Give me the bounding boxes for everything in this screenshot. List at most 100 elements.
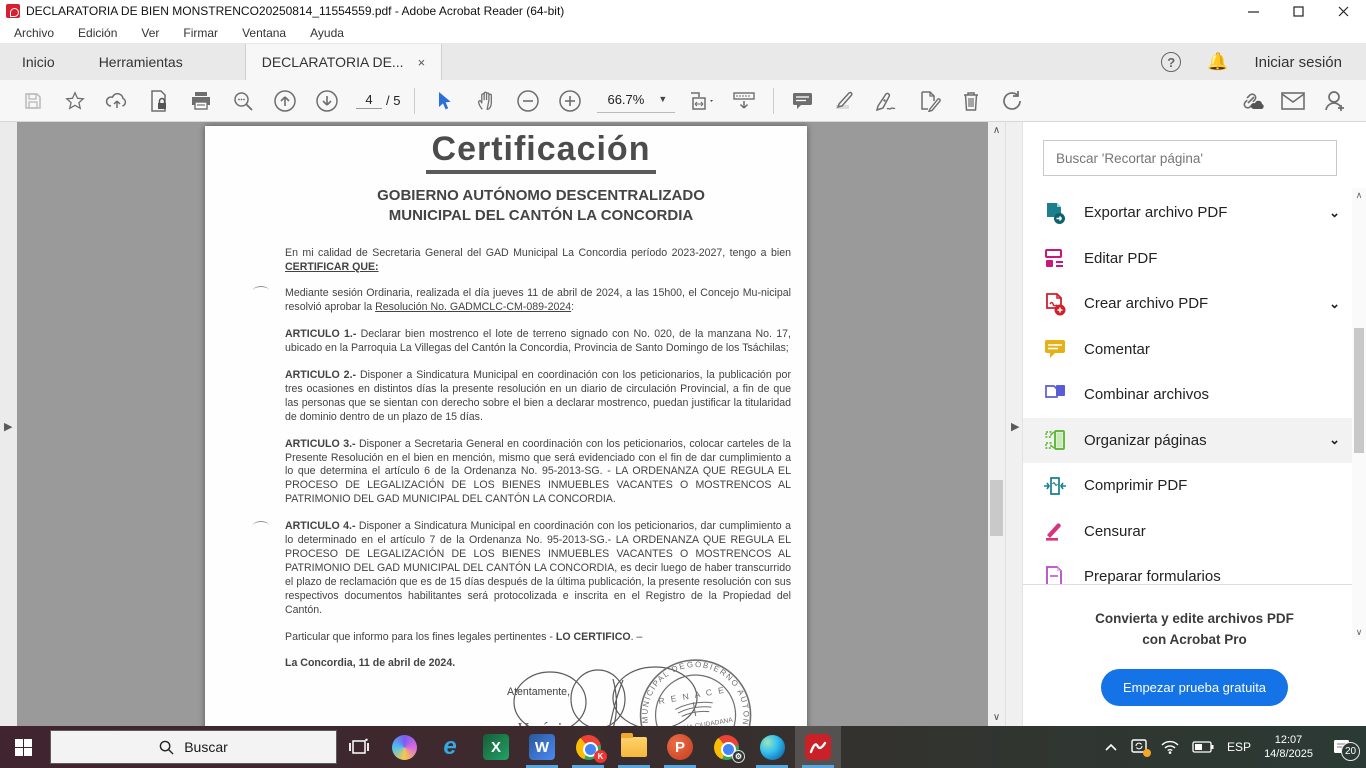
next-page-button[interactable]: [310, 85, 344, 117]
minimize-button[interactable]: [1231, 0, 1276, 22]
taskbar-search[interactable]: Buscar: [50, 730, 337, 764]
action-center-button[interactable]: 20: [1326, 732, 1356, 762]
tools-search-input[interactable]: [1043, 140, 1337, 176]
document-scrollbar[interactable]: ∧ ∨: [988, 122, 1005, 726]
tab-herramientas[interactable]: Herramientas: [77, 44, 205, 80]
document-title: Certificación: [426, 130, 657, 174]
scrollbar-thumb[interactable]: [990, 480, 1003, 536]
chevron-down-icon[interactable]: ⌄: [1329, 205, 1340, 221]
tool-create-pdf[interactable]: Crear archivo PDF ⌄: [1023, 281, 1366, 327]
menu-firmar[interactable]: Firmar: [183, 26, 218, 40]
zoom-level-dropdown[interactable]: 66.7% ▼: [597, 89, 675, 113]
toolbar-separator: [414, 88, 415, 114]
sync-device-icon[interactable]: [1130, 739, 1148, 755]
star-button[interactable]: [58, 85, 92, 117]
tool-organize-pages[interactable]: Organizar páginas ⌄: [1023, 418, 1366, 464]
maximize-button[interactable]: [1276, 0, 1321, 22]
zoom-out-button[interactable]: [511, 85, 545, 117]
share-cloud-button[interactable]: [100, 85, 134, 117]
menu-ver[interactable]: Ver: [141, 26, 159, 40]
comment-bubble-icon: [792, 91, 814, 111]
menu-ayuda[interactable]: Ayuda: [310, 26, 344, 40]
tray-clock[interactable]: 12:07 14/8/2025: [1264, 733, 1313, 761]
tool-prepare-forms[interactable]: Preparar formularios: [1023, 554, 1366, 584]
fountain-pen-icon: [874, 90, 900, 112]
taskbar-app-edge[interactable]: [749, 726, 795, 768]
scrollbar-thumb[interactable]: [1354, 328, 1364, 453]
help-icon[interactable]: ?: [1161, 52, 1181, 72]
taskbar-app-file-explorer[interactable]: [611, 726, 657, 768]
task-view-button[interactable]: [337, 726, 381, 768]
previous-page-button[interactable]: [268, 85, 302, 117]
select-tool-button[interactable]: [427, 85, 461, 117]
full-width-button[interactable]: [727, 85, 761, 117]
page-number-input[interactable]: 4: [356, 92, 382, 109]
chrome-profile-badge: ⚙: [732, 750, 745, 763]
menu-edicion[interactable]: Edición: [78, 26, 117, 40]
taskbar-app-chrome-profile[interactable]: ⚙: [703, 726, 749, 768]
tool-export-pdf[interactable]: Exportar archivo PDF ⌄: [1023, 190, 1366, 236]
delete-pages-button[interactable]: [954, 85, 988, 117]
expand-left-panel-icon[interactable]: ▶: [4, 420, 12, 433]
notification-count-badge: 20: [1341, 742, 1360, 761]
taskbar-app-chrome-k[interactable]: K: [565, 726, 611, 768]
close-button[interactable]: [1321, 0, 1366, 22]
page-fit-dropdown[interactable]: [685, 85, 719, 117]
scroll-up-icon[interactable]: ∧: [1352, 190, 1366, 201]
sign-in-button[interactable]: Iniciar sesión: [1254, 54, 1342, 71]
hand-tool-button[interactable]: [469, 85, 503, 117]
scroll-down-icon[interactable]: ∨: [988, 712, 1005, 723]
print-button[interactable]: [184, 85, 218, 117]
wifi-icon[interactable]: [1161, 740, 1179, 754]
tab-inicio[interactable]: Inicio: [0, 44, 77, 80]
zoom-in-button[interactable]: [553, 85, 587, 117]
scroll-up-icon[interactable]: ∧: [988, 125, 1005, 136]
comment-button[interactable]: [786, 85, 820, 117]
taskbar-app-powerpoint[interactable]: P: [657, 726, 703, 768]
sign-button[interactable]: [870, 85, 904, 117]
share-people-button[interactable]: [1318, 85, 1352, 117]
chevron-down-icon[interactable]: ⌄: [1329, 296, 1340, 312]
tool-redact[interactable]: Censurar: [1023, 509, 1366, 555]
tool-combine-files[interactable]: Combinar archivos: [1023, 372, 1366, 418]
start-button[interactable]: [0, 726, 46, 768]
taskbar-app-excel[interactable]: X: [473, 726, 519, 768]
menu-ventana[interactable]: Ventana: [242, 26, 286, 40]
protect-file-button[interactable]: [142, 85, 176, 117]
menu-archivo[interactable]: Archivo: [14, 26, 54, 40]
start-trial-button[interactable]: Empezar prueba gratuita: [1101, 669, 1288, 706]
tool-edit-pdf[interactable]: Editar PDF: [1023, 236, 1366, 282]
tool-comment[interactable]: Comentar: [1023, 327, 1366, 373]
pdf-page: Certificación GOBIERNO AUTÓNOMO DESCENTR…: [205, 126, 807, 726]
notifications-bell-icon[interactable]: 🔔: [1207, 52, 1228, 72]
battery-icon[interactable]: [1192, 741, 1214, 753]
tab-document[interactable]: DECLARATORIA DE... ×: [245, 44, 442, 80]
taskbar-app-word[interactable]: W: [519, 726, 565, 768]
paragraph-articulo-4: ARTICULO 4.- Disponer a Sindicatura Muni…: [285, 520, 791, 617]
taskbar-app-internet-explorer[interactable]: e: [427, 726, 473, 768]
highlight-button[interactable]: [828, 85, 862, 117]
language-indicator[interactable]: ESP: [1227, 740, 1251, 754]
file-explorer-icon: [621, 737, 647, 757]
tool-compress-pdf[interactable]: Comprimir PDF: [1023, 463, 1366, 509]
save-button[interactable]: [16, 85, 50, 117]
taskbar-app-acrobat[interactable]: [795, 726, 841, 768]
page-down-icon: [315, 89, 339, 113]
close-tab-icon[interactable]: ×: [418, 55, 426, 70]
taskbar-app-copilot[interactable]: [381, 726, 427, 768]
fill-sign-button[interactable]: [912, 85, 946, 117]
send-review-button[interactable]: [996, 85, 1030, 117]
edit-pdf-icon: [1043, 246, 1067, 270]
email-button[interactable]: [1276, 85, 1310, 117]
chevron-down-icon[interactable]: ⌄: [1329, 432, 1340, 448]
search-document-button[interactable]: [226, 85, 260, 117]
sidebar-scrollbar[interactable]: ∧ ∨: [1352, 188, 1366, 640]
sync-alert-dot: [1143, 749, 1151, 757]
tray-expand-icon[interactable]: [1105, 743, 1117, 751]
collapse-right-panel-icon[interactable]: ▶: [1011, 420, 1019, 433]
right-panel-handle[interactable]: ▶: [1005, 122, 1022, 726]
acrobat-window: DECLARATORIA DE BIEN MONSTRENCO20250814_…: [0, 0, 1366, 768]
share-link-button[interactable]: [1234, 85, 1268, 117]
document-header: Certificación GOBIERNO AUTÓNOMO DESCENTR…: [205, 126, 807, 226]
scroll-down-icon[interactable]: ∨: [1352, 627, 1366, 638]
